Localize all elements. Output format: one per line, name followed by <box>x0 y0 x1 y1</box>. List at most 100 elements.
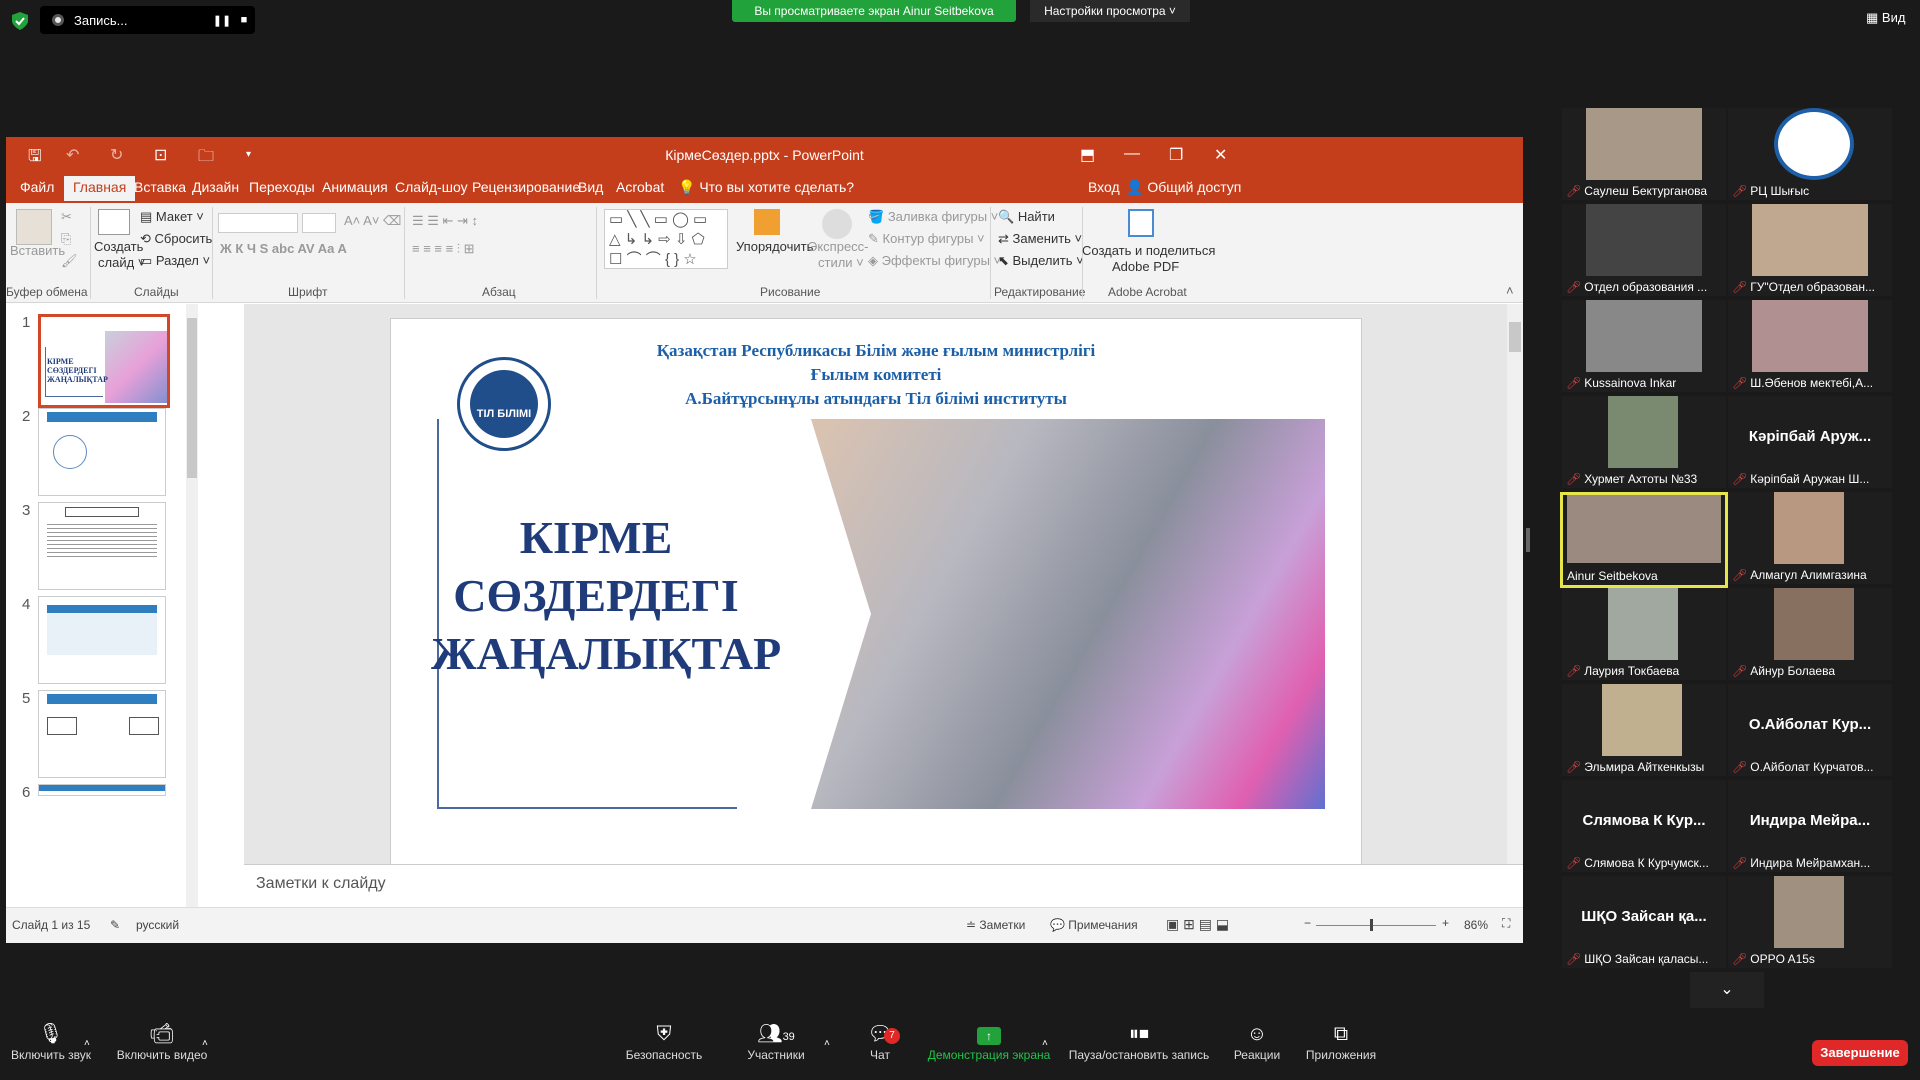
fit-slide-icon[interactable]: ⛶ <box>1502 916 1510 931</box>
share-screen-button[interactable]: ↑ Демонстрация экрана <box>926 1020 1052 1062</box>
start-video-button[interactable]: 📹︎ Включить видео <box>112 1020 212 1062</box>
reactions-button[interactable]: ☺︎ Реакции <box>1232 1020 1282 1062</box>
participant-tile[interactable]: 🎤︎ ГУ"Отдел образован... <box>1728 204 1892 296</box>
sign-in-link[interactable]: Вход <box>1088 179 1120 195</box>
participant-tile[interactable]: 🎤︎ OPPO A15s <box>1728 876 1892 968</box>
section-button[interactable]: ▭ Раздел ˅ <box>140 253 210 269</box>
participant-tile[interactable]: 🎤︎ Лаурия Токбаева <box>1562 588 1726 680</box>
participant-tile-active-speaker[interactable]: Ainur Seitbekova <box>1560 492 1728 588</box>
video-options-chevron-icon[interactable]: ˄ <box>202 1038 208 1049</box>
minimize-icon[interactable]: — <box>1124 145 1140 163</box>
copy-icon[interactable]: ⎘ <box>61 231 71 247</box>
recording-indicator[interactable]: Запись... ❚❚ ■ <box>40 6 255 34</box>
paste-button[interactable]: Вставить <box>10 243 65 258</box>
notes-toggle[interactable]: ≐ Заметки <box>966 918 1025 932</box>
pause-stop-recording-button[interactable]: ⏸︎⏹︎ Пауза/остановить запись <box>1064 1020 1214 1062</box>
participants-button[interactable]: 👥︎39 Участники <box>740 1020 812 1062</box>
zoom-level[interactable]: 86% <box>1464 918 1488 932</box>
tab-file[interactable]: Файл <box>20 179 54 195</box>
font-style-icons[interactable]: Ж К Ч S abc AV Aa A <box>220 241 347 256</box>
quick-styles-1[interactable]: Экспресс- <box>808 239 869 254</box>
spellcheck-icon[interactable]: ✎ <box>110 918 120 932</box>
select-button[interactable]: ⬉ Выделить ˅ <box>998 253 1084 269</box>
font-size-box[interactable] <box>302 213 336 233</box>
arrange-icon[interactable] <box>754 209 780 235</box>
zoom-slider[interactable] <box>1316 919 1436 931</box>
participant-tile[interactable]: 🎤︎ Ш.Әбенов мектебі,А... <box>1728 300 1892 392</box>
align-icons[interactable]: ≡ ≡ ≡ ≡ ⫶ ⊞ <box>412 241 475 257</box>
quick-styles-icon[interactable] <box>822 209 852 239</box>
participant-tile[interactable]: 🎤︎ Хурмет Ахтоты №33 <box>1562 396 1726 488</box>
participant-tile[interactable]: 🎤︎ Kussainova Inkar <box>1562 300 1726 392</box>
format-painter-icon[interactable]: 🖌 <box>61 253 78 269</box>
participant-tile[interactable]: Кәріпбай Аруж... 🎤︎ Кәріпбай Аружан Ш... <box>1728 396 1892 488</box>
tab-transitions[interactable]: Переходы <box>249 179 315 195</box>
shapes-gallery[interactable]: ▭ ╲ ╲ ▭ ◯ ▭ △ ↳ ↳ ⇨ ⇩ ⬠ ☐ ⌒ ⌒ { } ☆ <box>604 209 728 269</box>
tab-home[interactable]: Главная <box>64 176 136 201</box>
tab-slideshow[interactable]: Слайд-шоу <box>395 179 468 195</box>
layout-button[interactable]: ▤ Макет ˅ <box>140 209 204 225</box>
participant-tile[interactable]: 🎤︎ Саулеш Бектурганова <box>1562 108 1726 200</box>
participant-tile[interactable]: ШҚО Зайсан қа... 🎤︎ ШҚО Зайсан қаласы... <box>1562 876 1726 968</box>
participant-tile[interactable]: 🎤︎ Айнур Болаева <box>1728 588 1892 680</box>
slide-canvas[interactable]: Қазақстан Республикасы Білім және ғылым … <box>390 318 1362 865</box>
font-name-box[interactable] <box>218 213 298 233</box>
view-settings-button[interactable]: Настройки просмотра ˅ <box>1030 0 1190 22</box>
notes-pane[interactable]: Заметки к слайду <box>244 864 1523 907</box>
slide-thumbnail-6[interactable] <box>38 784 166 796</box>
close-icon[interactable]: ✕ <box>1214 145 1227 165</box>
comments-toggle[interactable]: 💬 Примечания <box>1050 918 1138 932</box>
new-slide-icon[interactable] <box>98 209 130 235</box>
view-mode-icons[interactable]: ▣ ⊞ ▤ ⬓ <box>1166 916 1229 933</box>
tab-insert[interactable]: Вставка <box>134 179 186 195</box>
unmute-button[interactable]: 🎙︎ Включить звук <box>8 1020 94 1062</box>
tab-view[interactable]: Вид <box>578 179 603 195</box>
adobe-pdf-icon[interactable] <box>1128 209 1154 237</box>
view-button[interactable]: ▦ Вид <box>1866 10 1905 26</box>
participant-tile[interactable]: 🎤︎ РЦ Шығыс <box>1728 108 1892 200</box>
new-slide-button-1[interactable]: Создать <box>94 239 143 254</box>
zoom-out-icon[interactable]: − <box>1304 916 1311 930</box>
editor-scrollbar[interactable] <box>1507 304 1523 864</box>
scroll-down-chevron-icon[interactable]: ⌄ <box>1690 972 1764 1008</box>
tab-review[interactable]: Рецензирование <box>472 179 580 195</box>
create-pdf-button-1[interactable]: Создать и поделиться <box>1082 243 1215 258</box>
replace-button[interactable]: ⇄ Заменить ˅ <box>998 231 1082 247</box>
slide-thumbnail-1[interactable]: КІРМЕ СӨЗДЕРДЕГІ ЖАҢАЛЫҚТАР <box>38 314 170 408</box>
zoom-in-icon[interactable]: + <box>1442 916 1449 930</box>
shape-outline-button[interactable]: ✎ Контур фигуры ˅ <box>868 231 985 247</box>
tab-design[interactable]: Дизайн <box>192 179 239 195</box>
participants-chevron-icon[interactable]: ˄ <box>824 1038 830 1049</box>
slide-thumbnail-3[interactable] <box>38 502 166 590</box>
collapse-ribbon-icon[interactable]: ˄ <box>1506 283 1514 298</box>
ribbon-display-icon[interactable]: ⬒ <box>1080 145 1095 165</box>
tell-me-search[interactable]: 💡 Что вы хотите сделать? <box>678 179 854 196</box>
slide-thumbnail-5[interactable] <box>38 690 166 778</box>
thumbnail-scrollbar[interactable] <box>186 304 198 907</box>
apps-button[interactable]: ⧉ Приложения <box>1302 1020 1380 1062</box>
slide-thumbnail-4[interactable] <box>38 596 166 684</box>
security-button[interactable]: ⛨ Безопасность <box>620 1020 708 1062</box>
share-options-chevron-icon[interactable]: ˄ <box>1042 1038 1048 1049</box>
slide-thumbnail-2[interactable] <box>38 408 166 496</box>
participant-tile[interactable]: Индира Мейра... 🎤︎ Индира Мейрамхан... <box>1728 780 1892 872</box>
end-meeting-button[interactable]: Завершение <box>1812 1040 1908 1066</box>
arrange-button[interactable]: Упорядочить <box>736 239 813 254</box>
shape-fill-button[interactable]: 🪣 Заливка фигуры ˅ <box>868 209 998 225</box>
new-slide-button-2[interactable]: слайд ˅ <box>98 255 145 270</box>
font-grow-icon[interactable]: A˄ A˅ ⌫ <box>344 213 401 229</box>
participant-tile[interactable]: 🎤︎ Алмагул Алимгазина <box>1728 492 1892 584</box>
panel-resize-handle[interactable] <box>1526 528 1530 552</box>
language-indicator[interactable]: русский <box>136 918 179 932</box>
quick-styles-2[interactable]: стили ˅ <box>818 255 864 270</box>
tab-animations[interactable]: Анимация <box>322 179 388 195</box>
pause-recording-icon[interactable]: ❚❚ <box>211 14 233 27</box>
audio-options-chevron-icon[interactable]: ˄ <box>84 1038 90 1049</box>
tab-acrobat[interactable]: Acrobat <box>616 179 664 195</box>
cut-icon[interactable]: ✂ <box>61 209 72 225</box>
reset-button[interactable]: ⟲ Сбросить <box>140 231 212 247</box>
participant-tile[interactable]: О.Айболат Кур... 🎤︎ О.Айболат Курчатов... <box>1728 684 1892 776</box>
participant-tile[interactable]: 🎤︎ Эльмира Айткенкызы <box>1562 684 1726 776</box>
restore-icon[interactable]: ❐ <box>1169 145 1183 165</box>
participant-tile[interactable]: Слямова К Кур... 🎤︎ Слямова К Курчумск... <box>1562 780 1726 872</box>
